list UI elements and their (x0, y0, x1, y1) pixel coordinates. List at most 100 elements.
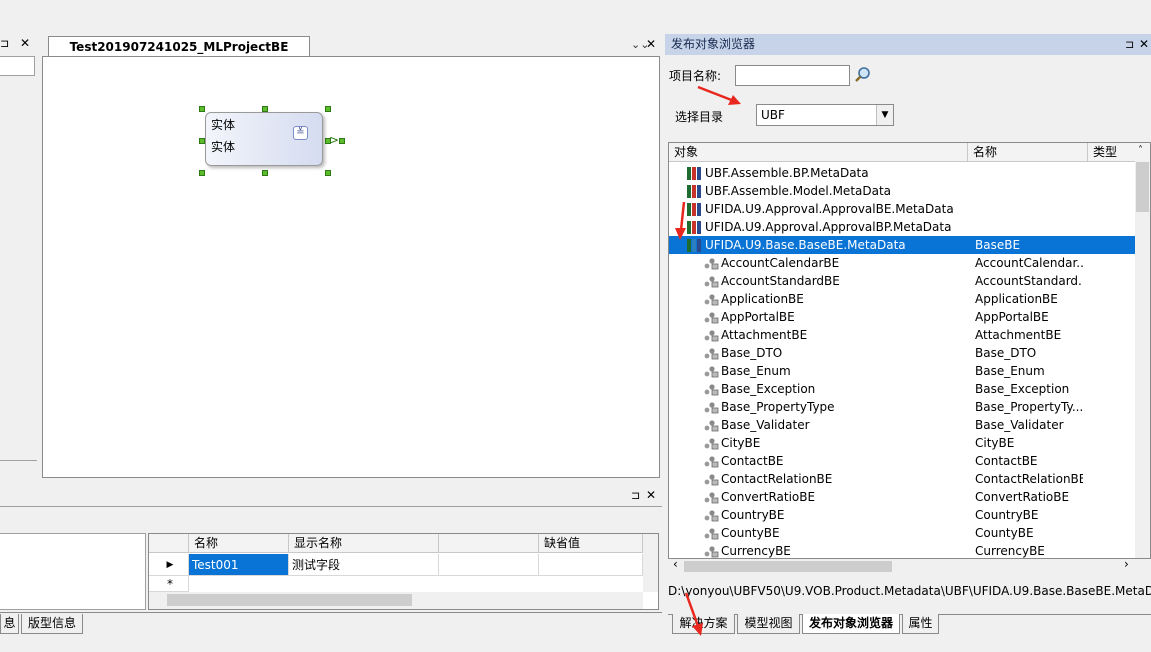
tree-subitem[interactable]: Base_Exception Base_Exception (669, 380, 1137, 398)
path-bar: D:\yonyou\UBFV50\U9.VOB.Product.Metadata… (668, 584, 1151, 598)
scroll-left-icon[interactable]: ‹ (673, 557, 678, 571)
tab-publish-browser[interactable]: 发布对象浏览器 (802, 614, 900, 634)
object-tree[interactable]: 对象 名称 类型 UBF.Assemble.BP.MetaData UBF.Ass… (668, 142, 1151, 559)
component-icon (704, 384, 719, 396)
connector-icon[interactable]: > (329, 133, 339, 147)
tree-subitem[interactable]: ApplicationBE ApplicationBE (669, 290, 1137, 308)
grid-cell-display[interactable]: 测试字段 (289, 554, 439, 576)
tree-item[interactable]: UBF.Assemble.Model.MetaData (669, 182, 1137, 200)
selection-handle[interactable] (199, 106, 205, 112)
tree-subitem-object: CurrencyBE (721, 544, 791, 558)
tree-subitem[interactable]: Base_DTO Base_DTO (669, 344, 1137, 362)
tree-subitem[interactable]: CountyBE CountyBE (669, 524, 1137, 542)
tree-subitem-name: Base_DTO (975, 346, 1037, 360)
grid-cell-default[interactable] (539, 554, 643, 576)
left-close-icon[interactable]: ✕ (20, 36, 30, 50)
tree-subitem[interactable]: Base_PropertyType Base_PropertyTy... (669, 398, 1137, 416)
grid-header-default[interactable]: 缺省值 (539, 534, 643, 553)
tree-hscroll-thumb[interactable] (684, 561, 892, 572)
grid-hscroll-thumb[interactable] (167, 594, 412, 606)
left-panel-field[interactable] (0, 56, 35, 76)
left-panel (0, 34, 37, 462)
selection-handle[interactable] (262, 170, 268, 176)
tab-info[interactable]: 息 (0, 614, 19, 634)
right-pin-icon[interactable]: ⊐ (1125, 38, 1134, 51)
tree-subitem[interactable]: AccountCalendarBE AccountCalendar... (669, 254, 1137, 272)
scroll-up-icon[interactable]: ˄ (1138, 145, 1143, 156)
component-icon (704, 294, 719, 306)
attribute-grid[interactable]: 名称 显示名称 缺省值 ▶ Test001 测试字段 * (148, 533, 659, 610)
bottom-close-icon[interactable]: ✕ (646, 488, 656, 502)
selection-handle[interactable] (199, 138, 205, 144)
selection-handle[interactable] (262, 106, 268, 112)
tree-item[interactable]: UFIDA.U9.Approval.ApprovalBE.MetaData (669, 200, 1137, 218)
tree-subitem-name: ApplicationBE (975, 292, 1058, 306)
design-canvas[interactable] (42, 56, 660, 478)
tree-item-object: UFIDA.U9.Approval.ApprovalBP.MetaData (705, 220, 952, 234)
right-close-icon[interactable]: ✕ (1139, 37, 1149, 51)
component-icon (704, 510, 719, 522)
tree-subitem-name: Base_Exception (975, 382, 1070, 396)
tree-subitem-object: Base_DTO (721, 346, 783, 360)
tree-subitem[interactable]: ConvertRatioBE ConvertRatioBE (669, 488, 1137, 506)
panel-title: 发布对象浏览器 (665, 34, 1151, 55)
tree-header-object[interactable]: 对象 (669, 143, 968, 162)
tree-vscroll-thumb[interactable] (1136, 162, 1149, 212)
tree-subitem[interactable]: AttachmentBE AttachmentBE (669, 326, 1137, 344)
component-icon (704, 258, 719, 270)
bottom-pin-icon[interactable]: ⊐ (631, 489, 640, 502)
new-row-marker[interactable]: * (149, 576, 189, 592)
selection-handle[interactable] (325, 106, 331, 112)
tree-subitem-name: Base_Enum (975, 364, 1045, 378)
component-icon (704, 492, 719, 504)
tree-subitem-object: AccountCalendarBE (721, 256, 840, 270)
tree-subitem-name: Base_PropertyTy... (975, 400, 1083, 414)
tab-model-view[interactable]: 模型视图 (737, 614, 800, 634)
tree-subitem[interactable]: CurrencyBE CurrencyBE (669, 542, 1137, 558)
dir-select[interactable]: UBF ▼ (756, 104, 894, 126)
tree-subitem[interactable]: AccountStandardBE AccountStandard... (669, 272, 1137, 290)
tree-subitem[interactable]: AppPortalBE AppPortalBE (669, 308, 1137, 326)
grid-header-blank[interactable] (439, 534, 539, 553)
tree-subitem[interactable]: Base_Validater Base_Validater (669, 416, 1137, 434)
bottom-panel-titlebar (0, 485, 662, 505)
tree-subitem-object: ContactRelationBE (721, 472, 833, 486)
chevron-down-icon[interactable]: ▼ (876, 105, 893, 125)
tree-subitem[interactable]: ContactBE ContactBE (669, 452, 1137, 470)
tree-subitem-name: AttachmentBE (975, 328, 1062, 342)
grid-header-name[interactable]: 名称 (189, 534, 289, 553)
grid-cell-name[interactable]: Test001 (189, 554, 289, 576)
tree-item-name: BaseBE (975, 238, 1021, 252)
tree-subitem[interactable]: Base_Enum Base_Enum (669, 362, 1137, 380)
project-name-input[interactable] (735, 65, 850, 86)
tree-subitem[interactable]: ContactRelationBE ContactRelationBE (669, 470, 1137, 488)
tree-subitem-name: AccountCalendar... (975, 256, 1083, 270)
tree-subitem[interactable]: CityBE CityBE (669, 434, 1137, 452)
attribute-list-box[interactable] (0, 533, 146, 610)
grid-cell-blank[interactable] (439, 554, 539, 576)
tree-subitem-name: CurrencyBE (975, 544, 1045, 558)
tab-layout-info[interactable]: 版型信息 (21, 614, 83, 634)
tree-vscroll[interactable] (1135, 161, 1150, 558)
scroll-right-icon[interactable]: › (1124, 557, 1129, 571)
component-icon (704, 312, 719, 324)
tree-item[interactable]: UBF.Assemble.BP.MetaData (669, 164, 1137, 182)
document-close-icon[interactable]: ✕ (646, 37, 656, 51)
tree-item[interactable]: UFIDA.U9.Base.BaseBE.MetaData BaseBE (669, 236, 1137, 254)
selection-handle[interactable] (199, 170, 205, 176)
tree-subitem-object: ApplicationBE (721, 292, 804, 306)
selection-handle[interactable] (325, 170, 331, 176)
search-icon[interactable] (854, 66, 872, 84)
expand-icon[interactable]: ≚ (293, 126, 308, 140)
tree-subitem[interactable]: CountryBE CountryBE (669, 506, 1137, 524)
selection-handle[interactable] (339, 138, 345, 144)
tree-subitem-object: Base_Validater (721, 418, 810, 432)
document-tab[interactable]: Test201907241025_MLProjectBE (48, 36, 310, 57)
tree-header-name[interactable]: 名称 (968, 143, 1088, 162)
row-indicator-icon[interactable]: ▶ (149, 554, 189, 576)
tree-item[interactable]: UFIDA.U9.Approval.ApprovalBP.MetaData (669, 218, 1137, 236)
left-pin-icon[interactable]: ⊐ (0, 37, 9, 50)
tab-properties[interactable]: 属性 (902, 614, 939, 634)
grid-header-display[interactable]: 显示名称 (289, 534, 439, 553)
grid-vscroll[interactable] (643, 534, 658, 592)
